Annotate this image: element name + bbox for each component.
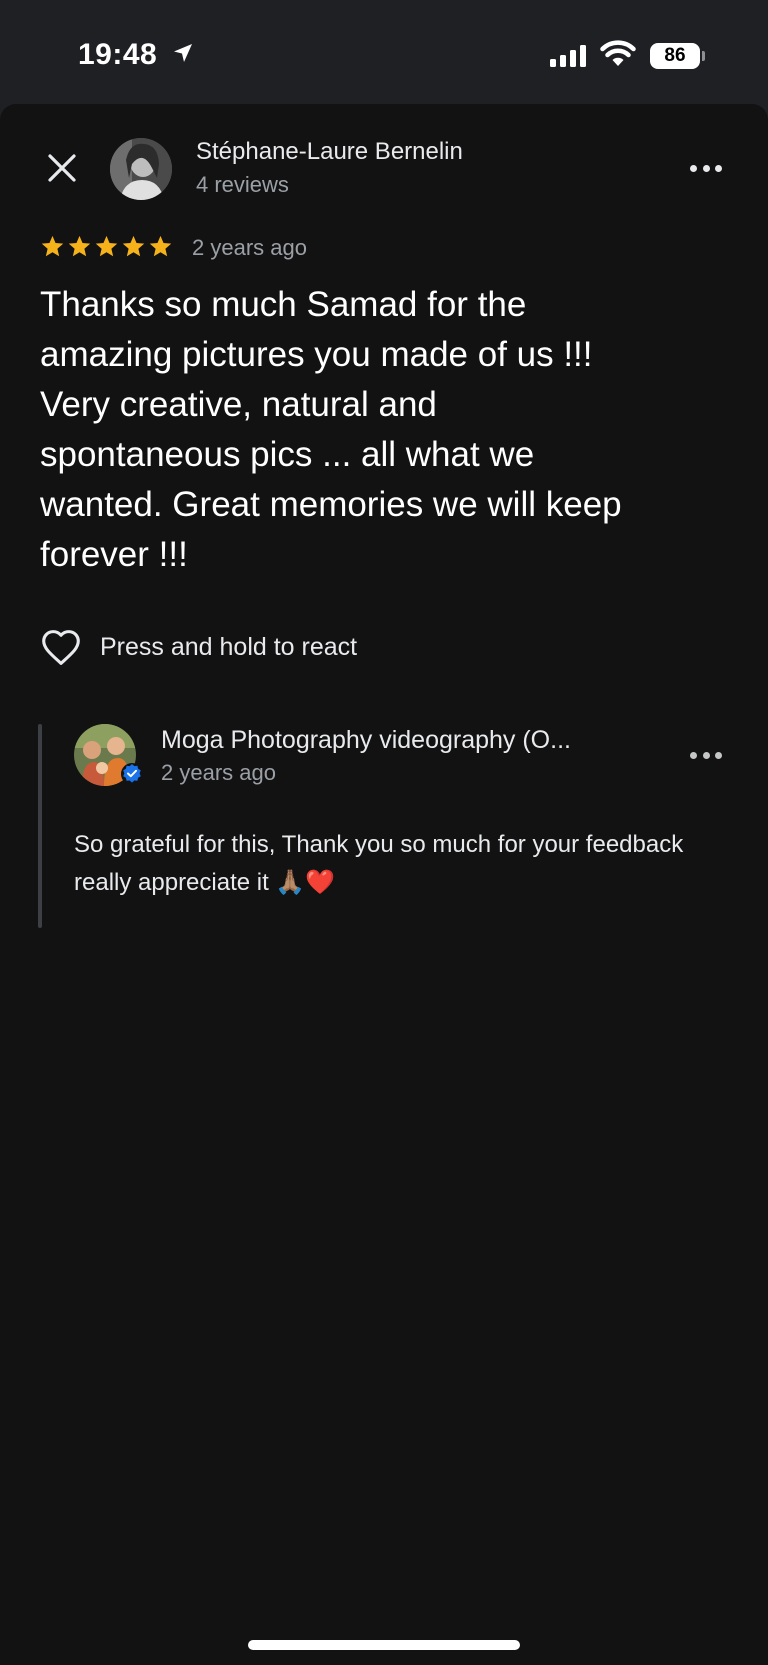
heart-icon (42, 630, 80, 665)
reviewer-avatar[interactable] (110, 138, 172, 200)
reply-divider-bar (38, 724, 42, 928)
more-dot (690, 164, 697, 172)
cellular-signal-icon (550, 45, 586, 67)
home-indicator[interactable] (248, 1640, 520, 1650)
star-icon (68, 235, 91, 257)
more-dot (715, 751, 722, 759)
more-dot (690, 751, 697, 759)
location-arrow-icon (174, 44, 192, 62)
reply-more-options-button[interactable] (686, 745, 726, 765)
battery-tip (702, 51, 705, 61)
more-dot (702, 164, 710, 172)
star-icon (149, 235, 172, 257)
status-time: 19:48 (78, 38, 158, 71)
wifi-icon (600, 40, 636, 66)
verified-badge-icon (121, 763, 143, 785)
more-dot (702, 751, 710, 759)
review-text: Thanks so much Samad for the amazing pic… (40, 285, 622, 574)
react-button[interactable]: Press and hold to react (40, 625, 357, 669)
owner-reply-time: 2 years ago (161, 760, 276, 785)
more-dot (715, 164, 722, 172)
status-bar: 19:48 86 (0, 0, 768, 104)
close-icon[interactable] (44, 150, 80, 186)
review-time: 2 years ago (192, 235, 307, 260)
owner-reply-text: So grateful for this, Thank you so much … (74, 831, 684, 896)
battery-icon: 86 (650, 43, 700, 69)
owner-name[interactable]: Moga Photography videography (O... (161, 726, 641, 755)
reviewer-name[interactable]: Stéphane-Laure Bernelin (196, 138, 463, 166)
star-icon (122, 235, 145, 257)
reviewer-review-count: 4 reviews (196, 172, 289, 197)
star-icon (95, 235, 118, 257)
star-rating (40, 234, 173, 259)
star-icon (41, 235, 64, 257)
review-more-options-button[interactable] (686, 158, 726, 178)
react-label: Press and hold to react (100, 632, 358, 661)
